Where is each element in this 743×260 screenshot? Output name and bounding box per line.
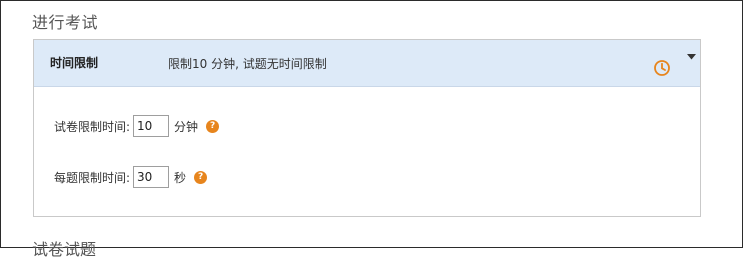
- paper-time-limit-input[interactable]: [133, 115, 170, 137]
- time-limit-panel: 时间限制 限制10 分钟, 试题无时间限制 试卷限制时间: 分钟 ? 每题限制时…: [33, 39, 701, 217]
- question-time-limit-row: 每题限制时间: 秒 ?: [54, 166, 208, 188]
- next-section-title: 试卷试题: [32, 240, 97, 259]
- question-time-limit-label: 每题限制时间:: [54, 170, 131, 185]
- paper-time-limit-label: 试卷限制时间:: [54, 119, 131, 134]
- help-icon[interactable]: ?: [206, 119, 220, 133]
- panel-title: 时间限制: [50, 56, 99, 70]
- paper-time-limit-unit: 分钟: [174, 119, 199, 134]
- section-title: 进行考试: [32, 13, 99, 32]
- help-icon[interactable]: ?: [194, 170, 208, 184]
- caret-down-icon[interactable]: [687, 54, 696, 60]
- question-time-limit-input[interactable]: [133, 166, 170, 188]
- panel-description: 限制10 分钟, 试题无时间限制: [168, 57, 327, 71]
- panel-header[interactable]: 时间限制 限制10 分钟, 试题无时间限制: [34, 40, 700, 87]
- question-time-limit-unit: 秒: [174, 170, 187, 185]
- paper-time-limit-row: 试卷限制时间: 分钟 ?: [54, 115, 220, 137]
- clock-icon: [654, 60, 670, 76]
